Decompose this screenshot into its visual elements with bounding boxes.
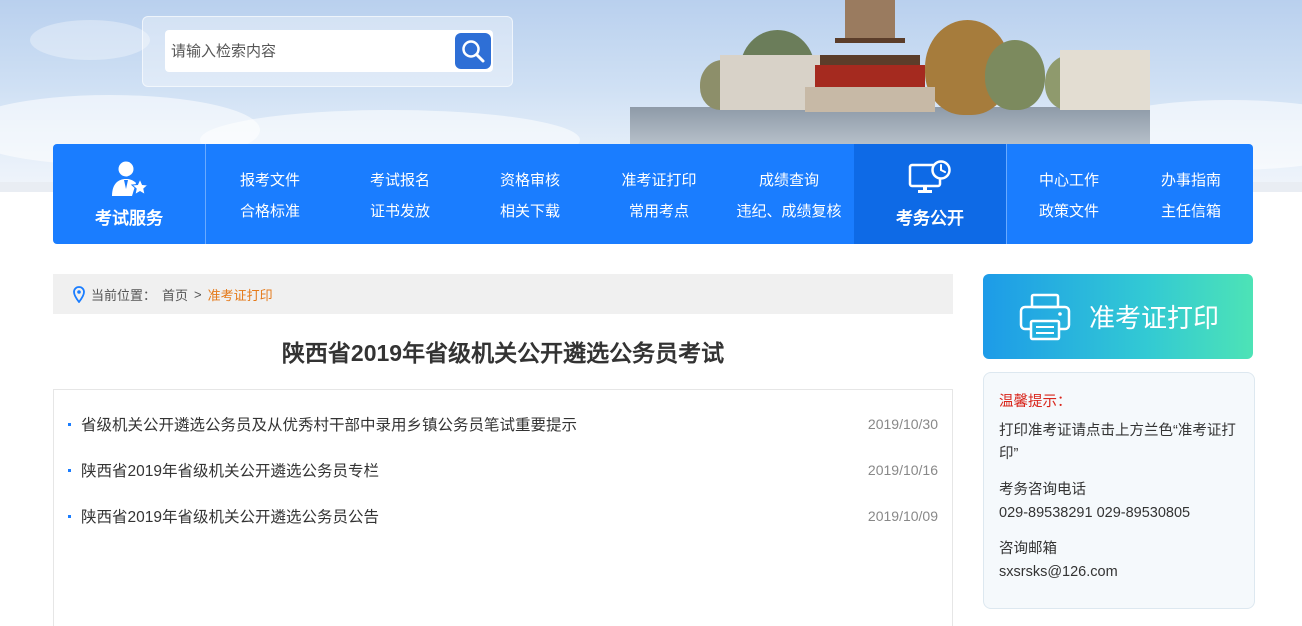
search-input[interactable]: [165, 30, 493, 72]
nav-category-label: 考试服务: [95, 208, 163, 228]
email-label: 咨询邮箱: [999, 541, 1057, 557]
list-item[interactable]: 陕西省2019年省级机关公开遴选公务员专栏 2019/10/16: [68, 458, 938, 482]
examinee-icon: [112, 161, 149, 196]
nav-link-registration-docs[interactable]: 报考文件: [240, 169, 300, 190]
article-title[interactable]: 陕西省2019年省级机关公开遴选公务员专栏: [81, 459, 858, 481]
nav-link-director-mailbox[interactable]: 主任信箱: [1161, 200, 1221, 221]
tips-instruction: 打印准考证请点击上方兰色“准考证打印”: [999, 423, 1236, 462]
nav-link-exam-signup[interactable]: 考试报名: [370, 169, 430, 190]
tips-panel: 温馨提示： 打印准考证请点击上方兰色“准考证打印” 考务咨询电话 029-895…: [983, 372, 1255, 609]
nav-category-exam-service[interactable]: 考试服务: [53, 144, 205, 244]
location-pin-icon: [73, 285, 85, 303]
nav-divider: [205, 144, 206, 244]
monitor-clock-icon: [908, 159, 951, 193]
breadcrumb-prefix: 当前位置：: [91, 287, 157, 303]
bullet-icon: [68, 514, 71, 518]
breadcrumb: 当前位置： 首页 > 准考证打印: [53, 274, 953, 314]
nav-link-downloads[interactable]: 相关下载: [500, 200, 560, 221]
admission-print-label: 准考证打印: [1089, 303, 1220, 333]
admission-print-button[interactable]: 准考证打印: [983, 274, 1253, 359]
list-item[interactable]: 省级机关公开遴选公务员及从优秀村干部中录用乡镇公务员笔试重要提示 2019/10…: [68, 412, 938, 436]
nav-link-score-query[interactable]: 成绩查询: [759, 169, 819, 190]
phone-value: 029-89538291 029-89530805: [999, 505, 1191, 521]
breadcrumb-separator: >: [194, 286, 202, 302]
bullet-icon: [68, 422, 71, 426]
tips-heading: 温馨提示：: [999, 394, 1072, 410]
breadcrumb-home-link[interactable]: 首页: [162, 285, 188, 304]
article-list: 省级机关公开遴选公务员及从优秀村干部中录用乡镇公务员笔试重要提示 2019/10…: [53, 389, 953, 626]
page-title: 陕西省2019年省级机关公开遴选公务员考试: [281, 340, 725, 366]
nav-divider: [1006, 144, 1007, 244]
article-title[interactable]: 陕西省2019年省级机关公开遴选公务员公告: [81, 505, 858, 527]
nav-category-exam-public[interactable]: 考务公开: [854, 144, 1006, 244]
main-nav: 考试服务 报考文件 合格标准 考试报名 证书发放 资格审核 相关下载 准考证打印…: [53, 144, 1253, 244]
list-item[interactable]: 陕西省2019年省级机关公开遴选公务员公告 2019/10/09: [68, 504, 938, 528]
nav-link-exam-sites[interactable]: 常用考点: [629, 200, 689, 221]
nav-link-score-review[interactable]: 违纪、成绩复核: [736, 200, 841, 221]
search-icon: [462, 40, 485, 63]
phone-label: 考务咨询电话: [999, 482, 1086, 498]
printer-icon: [1019, 293, 1071, 340]
bullet-icon: [68, 468, 71, 472]
nav-link-pass-standard[interactable]: 合格标准: [240, 200, 300, 221]
nav-link-certificate-issue[interactable]: 证书发放: [370, 200, 430, 221]
article-date: 2019/10/30: [867, 416, 938, 432]
article-date: 2019/10/09: [867, 508, 938, 524]
nav-category-label: 考务公开: [896, 208, 964, 228]
nav-link-center-work[interactable]: 中心工作: [1039, 169, 1099, 190]
nav-link-admission-print[interactable]: 准考证打印: [621, 169, 696, 190]
nav-link-service-guide[interactable]: 办事指南: [1161, 169, 1221, 190]
search-button[interactable]: [455, 33, 491, 69]
article-date: 2019/10/16: [867, 462, 938, 478]
nav-link-policy-docs[interactable]: 政策文件: [1039, 200, 1099, 221]
breadcrumb-current: 准考证打印: [207, 287, 273, 303]
article-title[interactable]: 省级机关公开遴选公务员及从优秀村干部中录用乡镇公务员笔试重要提示: [81, 413, 858, 435]
pagoda-scene-image: [590, 0, 1150, 145]
email-value: sxsrsks@126.com: [999, 564, 1118, 580]
nav-link-qualification-review[interactable]: 资格审核: [500, 169, 560, 190]
